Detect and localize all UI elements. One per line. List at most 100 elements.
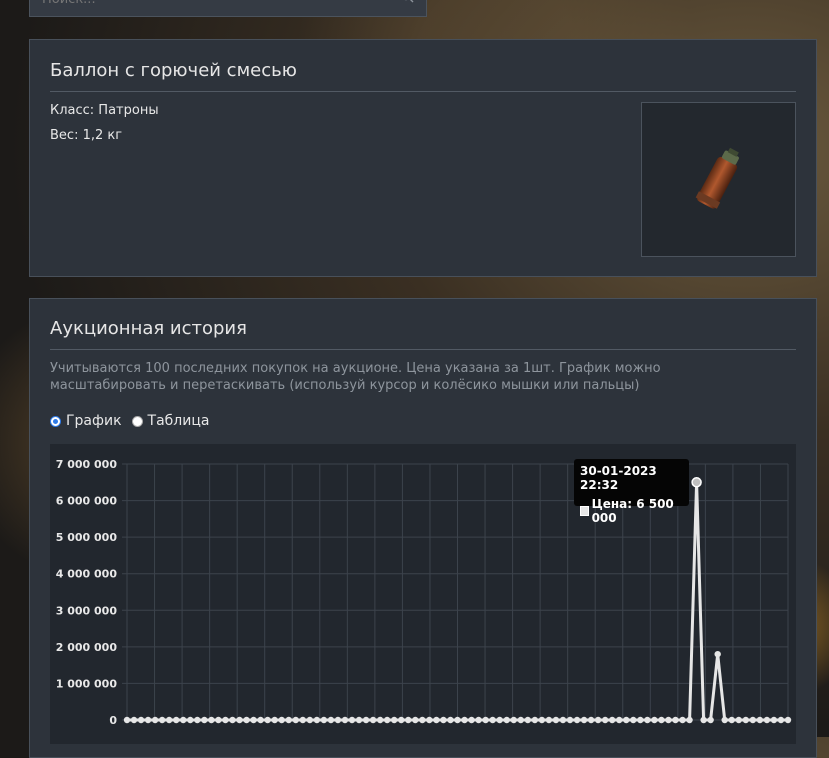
radio-table-label[interactable]: Таблица: [148, 413, 210, 429]
tooltip-date: 30-01-2023 22:32: [580, 464, 657, 492]
data-point: [651, 716, 658, 724]
data-point: [531, 716, 539, 724]
data-point: [158, 716, 166, 724]
data-point: [679, 716, 686, 724]
data-point: [144, 716, 152, 724]
price-chart[interactable]: 0 1 000 000 2 000 000 3 000 000 4 000 000 5 0…: [50, 444, 796, 744]
data-point: [707, 716, 714, 724]
data-point: [173, 716, 180, 724]
data-point: [222, 716, 229, 724]
data-point: [348, 716, 356, 724]
data-point: [243, 716, 250, 724]
data-point: [559, 716, 567, 724]
data-point: [419, 716, 426, 724]
data-point: [623, 716, 630, 724]
data-point: [313, 716, 321, 724]
data-point: [250, 716, 257, 724]
data-point: [573, 716, 581, 724]
data-point: [686, 716, 693, 724]
data-point: [412, 716, 419, 724]
data-point: [180, 716, 187, 724]
view-switch: График Таблица: [50, 413, 209, 429]
history-note: Учитываются 100 последних покупок на аук…: [50, 361, 661, 393]
data-point: [137, 716, 145, 724]
data-point: [369, 716, 377, 724]
data-point: [130, 716, 138, 724]
data-point: [165, 716, 173, 724]
data-point: [489, 716, 496, 724]
search-input[interactable]: [40, 0, 384, 11]
data-point: [278, 716, 285, 724]
item-weight: Вес: 1,2 кг: [50, 128, 123, 143]
data-point: [215, 716, 222, 724]
data-point: [292, 716, 299, 724]
y-tick-label: 1 000 000: [56, 677, 118, 690]
item-panel: Баллон с горючей смесью Класс: Патроны В…: [29, 39, 817, 277]
data-point: [475, 716, 482, 724]
auction-history-panel: Аукционная история Учитываются 100 после…: [29, 298, 817, 758]
y-tick-label: 0: [109, 714, 117, 727]
data-point: [601, 716, 609, 724]
data-point: [728, 716, 735, 724]
data-point: [306, 716, 314, 724]
history-title: Аукционная история: [50, 318, 247, 339]
data-point: [616, 716, 623, 724]
search-icon[interactable]: [400, 0, 414, 3]
data-point: [236, 716, 243, 724]
data-point: [327, 716, 335, 724]
data-point: [566, 716, 574, 724]
data-point: [658, 716, 665, 724]
data-point: [770, 716, 778, 724]
data-point: [362, 716, 370, 724]
data-point: [594, 716, 602, 724]
data-point: [587, 716, 595, 724]
y-tick-label: 5 000 000: [56, 531, 118, 544]
data-point: [538, 716, 546, 724]
data-point: [187, 716, 194, 724]
data-point: [264, 716, 271, 724]
radio-table[interactable]: Таблица: [131, 413, 210, 429]
radio-table-dot[interactable]: [131, 415, 143, 427]
data-point: [496, 716, 503, 724]
data-point: [552, 716, 560, 724]
data-point: [609, 716, 616, 724]
data-point: [510, 716, 517, 724]
data-point: [383, 716, 391, 724]
data-point: [691, 477, 702, 488]
data-point: [285, 716, 292, 724]
radio-chart-label[interactable]: График: [66, 413, 122, 429]
data-point: [468, 716, 475, 724]
data-point: [580, 716, 588, 724]
item-title: Баллон с горючей смесью: [50, 60, 297, 81]
search-box[interactable]: [29, 0, 427, 17]
radio-chart[interactable]: График: [50, 413, 122, 429]
data-point: [700, 716, 707, 724]
data-point: [735, 716, 742, 724]
data-point: [742, 716, 750, 724]
data-point: [257, 716, 264, 724]
data-point: [391, 716, 398, 724]
data-point: [433, 716, 440, 724]
data-point: [784, 716, 792, 724]
divider: [50, 91, 796, 92]
data-point: [376, 716, 384, 724]
data-point: [524, 716, 532, 724]
data-point: [208, 716, 215, 724]
data-point: [665, 716, 672, 724]
data-point: [405, 716, 412, 724]
data-point: [714, 650, 721, 658]
data-point: [151, 716, 159, 724]
y-tick-label: 3 000 000: [56, 604, 118, 617]
data-point: [440, 716, 447, 724]
data-point: [229, 716, 236, 724]
data-point: [517, 716, 524, 724]
data-point: [320, 716, 328, 724]
data-point: [454, 716, 461, 724]
radio-chart-dot[interactable]: [50, 415, 61, 427]
y-tick-label: 4 000 000: [56, 568, 118, 581]
data-point: [637, 716, 644, 724]
data-point: [426, 716, 433, 724]
data-point: [341, 716, 349, 724]
data-point: [482, 716, 489, 724]
data-point: [644, 716, 651, 724]
